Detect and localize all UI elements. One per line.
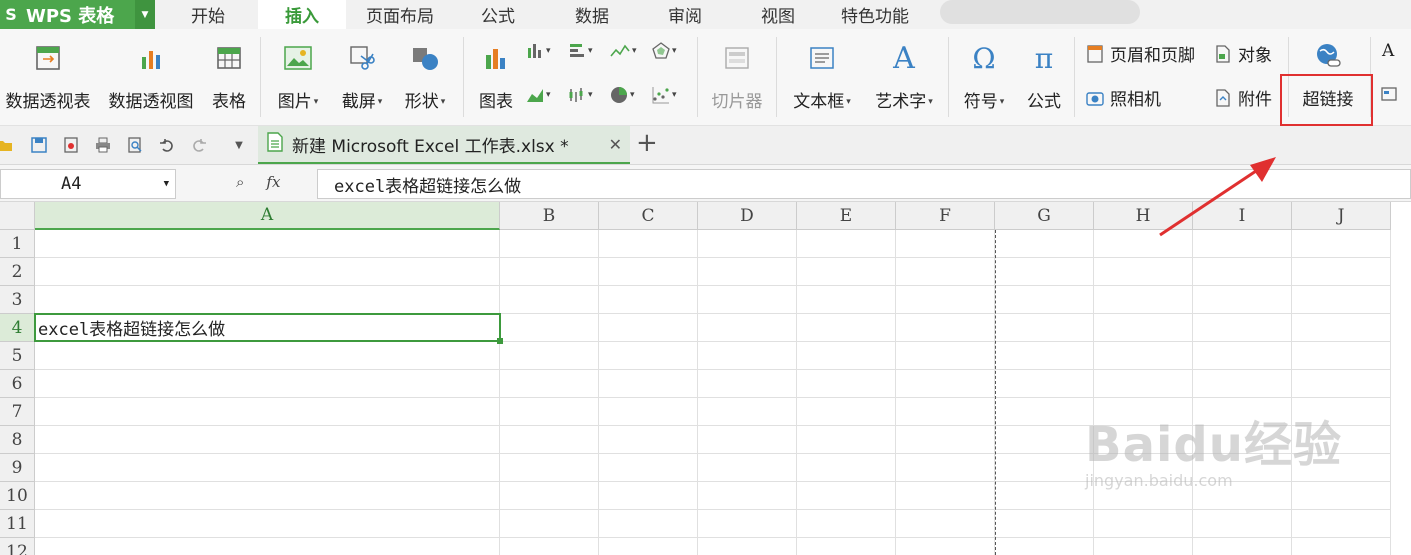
- wps-spreadsheet-window: S WPS 表格 ▼ 开始 插入 页面布局 公式 数据 审阅 视图 特色功能 数…: [0, 0, 1411, 555]
- baidu-jingyan-watermark: Baidu经验 jingyan.baidu.com: [1085, 405, 1342, 490]
- annotation-arrow-head: [1250, 157, 1276, 182]
- annotation-arrow-shaft: [1159, 165, 1263, 237]
- watermark-main: Baidu经验: [1085, 417, 1342, 473]
